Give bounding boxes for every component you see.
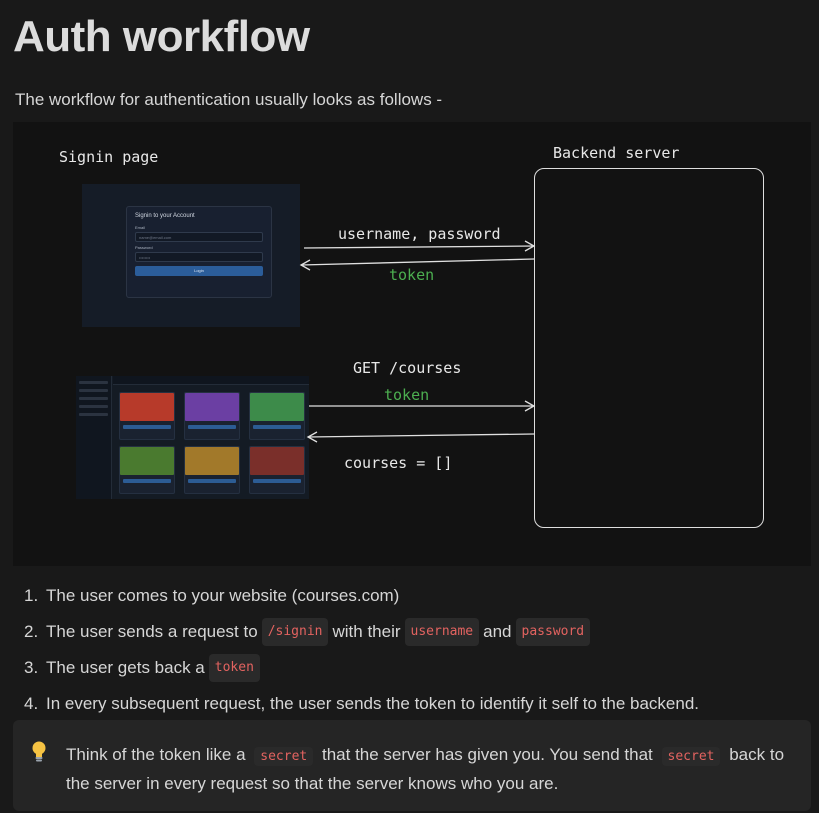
list-number: 4.	[24, 694, 39, 713]
callout-text-part: that the server has given you. You send …	[321, 745, 653, 764]
arrows	[299, 240, 536, 443]
list-item: 2. The user sends a request to /signin w…	[24, 614, 699, 650]
list-number: 3.	[24, 658, 39, 677]
arrow-label-get-courses: GET /courses	[353, 359, 462, 377]
callout-text: Think of the token like a secret that th…	[66, 741, 786, 797]
list-item: 1. The user comes to your website (cours…	[24, 578, 699, 614]
inline-code: token	[208, 654, 260, 682]
list-number: 1.	[24, 586, 39, 605]
inline-code: /signin	[261, 618, 329, 646]
lightbulb-icon	[31, 741, 47, 763]
arrow-token-response	[300, 258, 535, 266]
step-text: The user comes to your website (courses.…	[46, 586, 400, 605]
arrow-signin-request	[303, 245, 535, 249]
steps-list: 1. The user comes to your website (cours…	[24, 578, 699, 722]
list-item: 4. In every subsequent request, the user…	[24, 686, 699, 722]
step-text: The user sends a request to	[46, 622, 258, 641]
arrow-label-credentials: username, password	[338, 225, 501, 243]
callout-text-part: Think of the token like a	[66, 745, 246, 764]
page-title: Auth workflow	[13, 12, 310, 61]
list-item: 3. The user gets back a token	[24, 650, 699, 686]
step-text: with their	[332, 622, 401, 641]
arrow-label-token: token	[389, 266, 435, 284]
auth-diagram: Signin page Backend server Signin to you…	[13, 122, 811, 566]
arrow-label-courses-response: courses = []	[344, 454, 453, 472]
inline-code: password	[515, 618, 591, 646]
step-text: The user gets back a	[46, 658, 205, 677]
callout-box: Think of the token like a secret that th…	[13, 720, 811, 811]
step-text: and	[483, 622, 512, 641]
arrow-courses-response	[307, 433, 535, 438]
inline-code: username	[404, 618, 480, 646]
inline-code: secret	[254, 747, 314, 766]
inline-code: secret	[661, 747, 721, 766]
arrow-label-courses-token: token	[384, 386, 430, 404]
list-number: 2.	[24, 622, 39, 641]
step-text: In every subsequent request, the user se…	[46, 694, 700, 713]
intro-text: The workflow for authentication usually …	[15, 90, 443, 109]
